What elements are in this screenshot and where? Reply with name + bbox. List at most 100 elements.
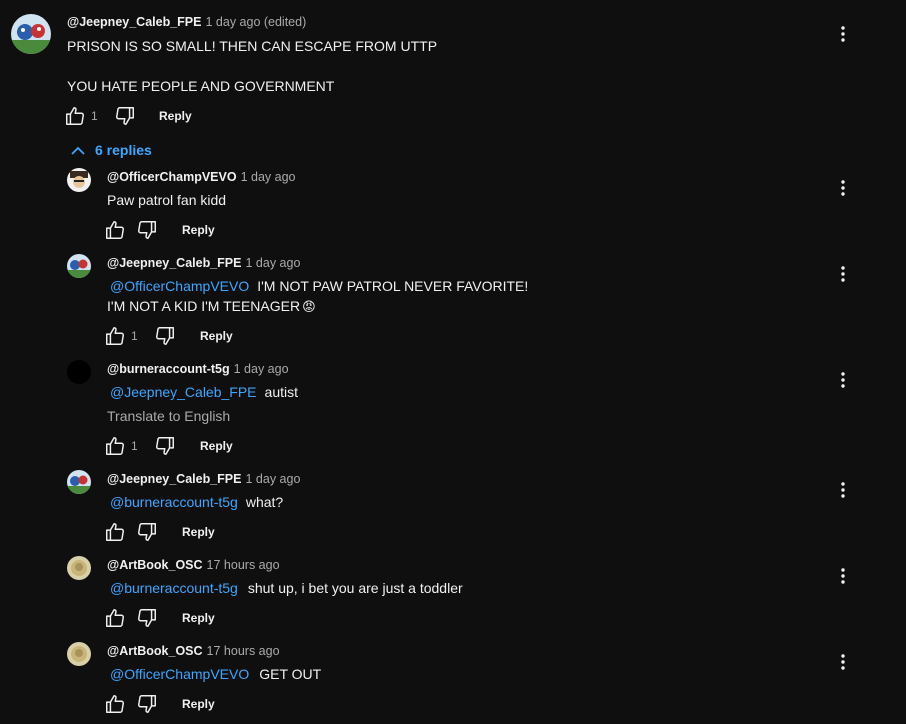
author-name[interactable]: @ArtBook_OSC (107, 558, 203, 572)
dislike-button[interactable] (153, 434, 177, 458)
thumbs-down-icon (138, 523, 156, 541)
reply-header: @Jeepney_Caleb_FPE 1 day ago (107, 471, 300, 487)
avatar[interactable] (67, 470, 91, 494)
thumbs-down-icon (116, 107, 134, 125)
more-vert-icon (841, 482, 845, 498)
comment-time[interactable]: 17 hours ago (207, 558, 280, 572)
thumbs-up-icon (106, 327, 124, 345)
more-options-button[interactable] (831, 478, 855, 502)
comment-header: @Jeepney_Caleb_FPE 1 day ago (edited) (67, 14, 306, 30)
author-name[interactable]: @Jeepney_Caleb_FPE (67, 15, 201, 29)
avatar[interactable] (67, 168, 91, 192)
reply-actions: 1 Reply (103, 434, 233, 458)
author-name[interactable]: @burneraccount-t5g (107, 362, 230, 376)
more-vert-icon (841, 266, 845, 282)
like-count: 1 (91, 109, 98, 123)
dislike-button[interactable] (135, 692, 159, 716)
like-button[interactable] (103, 692, 127, 716)
reply-text-line2: I'M NOT A KID I'M TEENAGER 😡 (107, 298, 316, 314)
reply-button[interactable]: Reply (200, 329, 233, 343)
reply-header: @OfficerChampVEVO 1 day ago (107, 169, 296, 185)
like-button[interactable] (103, 434, 127, 458)
replies-toggle-button[interactable]: 6 replies (71, 140, 152, 160)
translate-link[interactable]: Translate to English (107, 406, 230, 426)
like-button[interactable] (103, 218, 127, 242)
reply-text: @burneraccount-t5g what? (110, 494, 284, 510)
more-options-button[interactable] (831, 368, 855, 392)
reply-actions: 1 Reply (103, 324, 233, 348)
comment-text: YOU HATE PEOPLE AND GOVERNMENT (67, 78, 335, 94)
thumbs-up-icon (106, 221, 124, 239)
reply-button[interactable]: Reply (159, 109, 192, 123)
reply-actions: Reply (103, 692, 215, 716)
reply-header: @ArtBook_OSC 17 hours ago (107, 643, 280, 659)
reply-text: @Jeepney_Caleb_FPE autist (110, 384, 298, 400)
more-options-button[interactable] (831, 564, 855, 588)
reply-actions: Reply (103, 606, 215, 630)
thumbs-up-icon (106, 437, 124, 455)
author-name[interactable]: @Jeepney_Caleb_FPE (107, 472, 241, 486)
reply-text: @OfficerChampVEVO GET OUT (110, 666, 322, 682)
avatar[interactable] (67, 360, 91, 384)
dislike-button[interactable] (135, 218, 159, 242)
comment-time[interactable]: 1 day ago (245, 472, 300, 486)
dislike-button[interactable] (153, 324, 177, 348)
thumbs-down-icon (156, 437, 174, 455)
mention-link[interactable]: @Jeepney_Caleb_FPE (110, 384, 257, 400)
comment-thread: @Jeepney_Caleb_FPE 1 day ago (edited) PRI… (0, 0, 906, 724)
author-name[interactable]: @OfficerChampVEVO (107, 170, 237, 184)
like-button[interactable] (103, 606, 127, 630)
reply-header: @ArtBook_OSC 17 hours ago (107, 557, 280, 573)
mention-link[interactable]: @burneraccount-t5g (110, 494, 238, 510)
avatar[interactable] (67, 642, 91, 666)
thumbs-down-icon (138, 221, 156, 239)
thumbs-down-icon (156, 327, 174, 345)
more-vert-icon (841, 654, 845, 670)
more-vert-icon (841, 372, 845, 388)
comment-time[interactable]: 1 day ago (241, 170, 296, 184)
like-button[interactable] (103, 520, 127, 544)
thumbs-down-icon (138, 695, 156, 713)
chevron-up-icon (71, 146, 85, 155)
thumbs-up-icon (106, 523, 124, 541)
reply-button[interactable]: Reply (182, 223, 215, 237)
reply-button[interactable]: Reply (182, 697, 215, 711)
more-options-button[interactable] (831, 176, 855, 200)
reply-button[interactable]: Reply (182, 611, 215, 625)
more-options-button[interactable] (831, 650, 855, 674)
more-vert-icon (841, 26, 845, 42)
avatar[interactable] (11, 14, 51, 54)
reply-actions: Reply (103, 520, 215, 544)
like-count: 1 (131, 329, 138, 343)
more-options-button[interactable] (831, 22, 855, 46)
like-button[interactable] (103, 324, 127, 348)
reply-header: @Jeepney_Caleb_FPE 1 day ago (107, 255, 300, 271)
comment-text: PRISON IS SO SMALL! THEN CAN ESCAPE FROM… (67, 38, 438, 54)
dislike-button[interactable] (135, 520, 159, 544)
like-count: 1 (131, 439, 138, 453)
comment-time[interactable]: 17 hours ago (207, 644, 280, 658)
dislike-button[interactable] (135, 606, 159, 630)
reply-text: Paw patrol fan kidd (107, 192, 227, 208)
mention-link[interactable]: @burneraccount-t5g (110, 580, 238, 596)
comment-time[interactable]: 1 day ago (245, 256, 300, 270)
comment-time[interactable]: 1 day ago (edited) (205, 15, 306, 29)
author-name[interactable]: @Jeepney_Caleb_FPE (107, 256, 241, 270)
thumbs-up-icon (106, 609, 124, 627)
more-vert-icon (841, 180, 845, 196)
avatar[interactable] (67, 254, 91, 278)
thumbs-up-icon (66, 107, 84, 125)
reply-button[interactable]: Reply (200, 439, 233, 453)
avatar[interactable] (67, 556, 91, 580)
more-vert-icon (841, 568, 845, 584)
mention-link[interactable]: @OfficerChampVEVO (110, 666, 249, 682)
thumbs-down-icon (138, 609, 156, 627)
author-name[interactable]: @ArtBook_OSC (107, 644, 203, 658)
reply-button[interactable]: Reply (182, 525, 215, 539)
dislike-button[interactable] (113, 104, 137, 128)
reply-header: @burneraccount-t5g 1 day ago (107, 361, 289, 377)
more-options-button[interactable] (831, 262, 855, 286)
mention-link[interactable]: @OfficerChampVEVO (110, 278, 249, 294)
comment-time[interactable]: 1 day ago (234, 362, 289, 376)
like-button[interactable] (63, 104, 87, 128)
